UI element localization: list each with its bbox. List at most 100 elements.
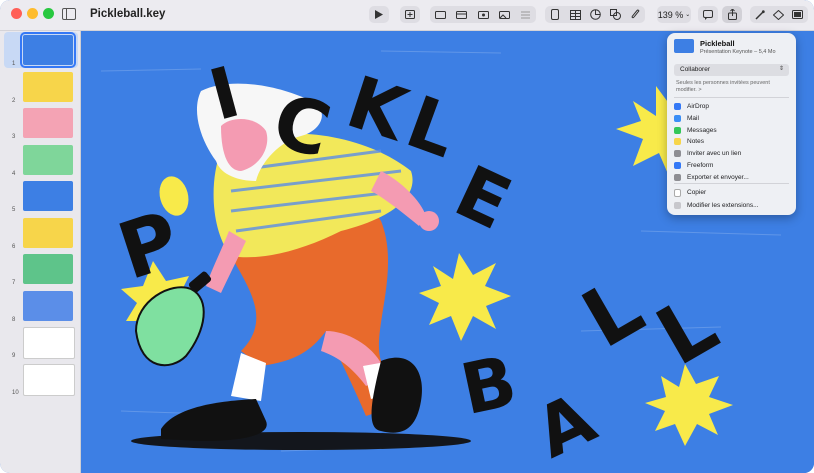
list-icon [520,11,530,19]
copy-menu-item[interactable]: Copier [674,187,706,198]
table-insert-icon [456,11,468,19]
messages-icon [674,126,681,134]
share-item-mail[interactable]: Mail [674,113,699,124]
share-button[interactable] [722,6,742,23]
zoom-select[interactable]: 139 % ⌄ [657,6,691,23]
slide-thumbnail[interactable] [23,254,73,284]
slide-thumbnail[interactable] [23,363,75,396]
chart-icon [589,9,601,20]
letter-l2: L [567,260,658,366]
letter-a: A [524,377,608,473]
zoom-window-button[interactable] [43,8,54,19]
animate-button[interactable] [430,6,451,23]
slide-thumbnail[interactable] [23,71,73,102]
share-item-freeform[interactable]: Freeform [674,160,713,171]
paperclip-icon [631,9,639,19]
link-icon [674,150,681,158]
share-item-label: Inviter avec un lien [687,150,742,158]
chevron-updown-icon: ⇕ [778,66,784,72]
share-item-notes[interactable]: Notes [674,136,704,147]
media-insert-button[interactable] [494,6,515,23]
format-button[interactable] [750,6,769,23]
text-icon [551,9,559,20]
share-item-inviter-avec-un-lien[interactable]: Inviter avec un lien [674,148,741,159]
close-window-button[interactable] [11,8,22,19]
table-insert-button[interactable] [451,6,472,23]
play-button[interactable] [369,6,389,23]
share-item-label: Messages [687,126,717,134]
sidebar-toggle-icon[interactable] [62,8,76,20]
copy-icon [674,188,681,197]
mail-icon [674,114,681,122]
toolbar: Pickleball.key 139 % ⌄ [0,0,814,31]
letter-b: B [454,340,523,431]
comment-insert-button[interactable] [515,6,536,23]
inspector-group [750,6,808,23]
document-panel-button[interactable] [788,6,807,23]
document-icon [792,10,803,19]
share-doc-info: Présentation Keynote – 5,4 Mo [700,49,776,55]
slide-number: 8 [12,316,16,323]
slide-thumbnail[interactable] [23,144,73,175]
slide-number: 3 [12,134,16,140]
chevron-down-icon: ⌄ [685,12,691,18]
minimize-window-button[interactable] [27,8,38,19]
diamond-icon [773,9,784,20]
shape-button[interactable] [605,6,625,23]
slide-number: 7 [12,280,16,286]
slide-thumbnail[interactable] [20,32,76,68]
shape-icon [609,9,621,20]
table-button[interactable] [565,6,585,23]
chart-button[interactable] [585,6,605,23]
slide-number: 6 [12,243,16,250]
share-item-airdrop[interactable]: AirDrop [674,101,709,112]
airdrop-icon [674,103,681,110]
collaborate-select[interactable]: Collaborer ⇕ [674,64,789,76]
share-item-messages[interactable]: Messages [674,125,717,136]
slide-thumbnail[interactable] [23,327,75,359]
share-item-label: Mail [687,114,699,122]
edit-extensions-label: Modifier les extensions... [687,202,759,209]
objects-group [545,6,645,23]
comment-button[interactable] [698,6,718,23]
slide-thumbnail[interactable] [23,217,73,248]
share-item-label: Notes [687,138,704,146]
add-slide-icon [405,10,415,19]
table-icon [569,9,581,20]
extensions-icon [674,202,681,209]
slide-number: 2 [12,97,16,104]
slide-thumbnail[interactable] [23,290,73,321]
share-icon [727,9,737,20]
slide-thumbnail[interactable] [23,108,73,138]
slide-number: 1 [12,61,16,67]
play-icon [375,10,383,19]
letter-e: E [443,149,523,246]
slide-navigator: 1 2 3 4 5 6 7 8 9 10 [0,31,81,473]
share-item-label: AirDrop [687,103,710,110]
access-note-link[interactable]: Seules les personnes invitées peuvent mo… [676,80,788,94]
zoom-value: 139 % [657,9,684,20]
collaborate-label: Collaborer [680,66,710,73]
chart-insert-button[interactable] [472,6,493,23]
slide-number: 4 [12,170,16,177]
freeform-icon [674,162,681,169]
notes-icon [674,138,681,146]
share-item-exporter-et-envoyer[interactable]: Exporter et envoyer... [674,172,749,183]
animate-panel-button[interactable] [769,6,788,23]
letter-l3: L [642,277,733,383]
insert-group [430,6,536,23]
slide-number: 10 [12,389,19,396]
media-button[interactable] [625,6,645,23]
copy-label: Copier [687,189,707,196]
add-slide-button[interactable] [400,6,420,23]
document-title: Pickleball.key [90,8,166,20]
media-insert-icon [498,11,510,19]
text-button[interactable] [545,6,565,23]
animate-icon [435,11,447,19]
slide-thumbnail[interactable] [23,181,73,211]
document-thumbnail [674,39,694,53]
paintbrush-icon [754,9,765,20]
edit-extensions-menu-item[interactable]: Modifier les extensions... [674,200,759,211]
export-icon [674,173,681,181]
divider [674,97,789,98]
